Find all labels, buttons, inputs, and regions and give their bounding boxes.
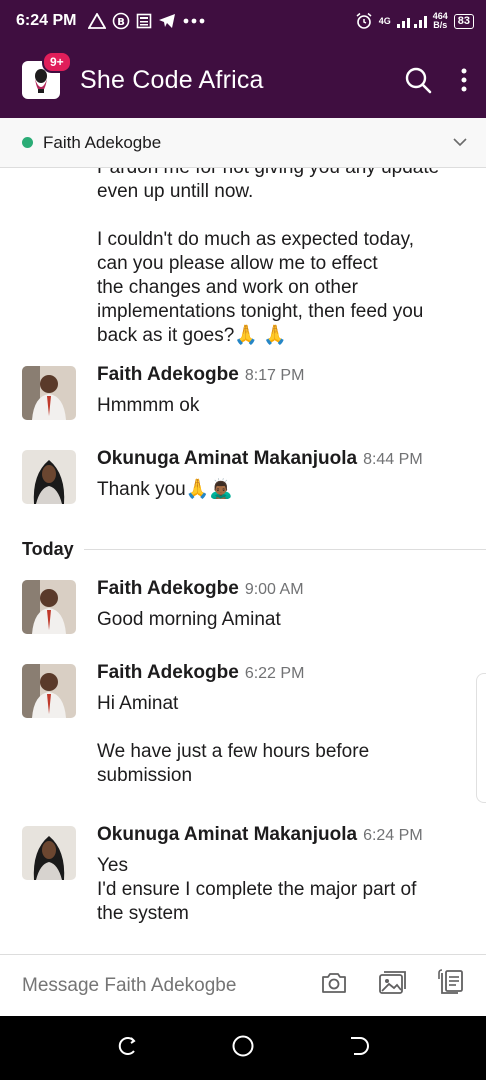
status-notification-icons: B	[88, 12, 206, 30]
avatar[interactable]	[22, 450, 76, 504]
notification-badge: 9+	[42, 51, 72, 73]
status-bar: 6:24 PM B 4G 464 B/s 83	[0, 0, 486, 42]
sender-name[interactable]: Faith Adekogbe	[97, 662, 239, 684]
message-time: 9:00 AM	[244, 581, 304, 598]
avatar[interactable]	[22, 664, 76, 718]
divider-line	[83, 548, 486, 550]
system-navigation-bar	[0, 1016, 486, 1080]
message-time: 6:22 PM	[244, 665, 305, 682]
message-body: Thank you🙏🙇🏾‍♂️	[97, 478, 467, 502]
status-right: 4G 464 B/s 83	[355, 12, 474, 30]
message-text-line: Hmmmm ok	[97, 395, 200, 416]
message-text-line: can you please allow me to effect	[97, 253, 378, 274]
message-continuation: Pardon me for not giving you any update …	[97, 168, 477, 348]
message-text-line: Good morning Aminat	[97, 609, 281, 630]
message-body: Good morning Aminat	[97, 608, 467, 632]
news-icon	[137, 13, 152, 29]
recent-apps-button[interactable]	[116, 1035, 138, 1062]
avatar[interactable]	[22, 826, 76, 880]
message-text-line: the system	[97, 903, 189, 924]
sender-name[interactable]: Okunuga Aminat Makanjuola	[97, 824, 357, 846]
message-time: 6:24 PM	[363, 827, 423, 844]
back-icon	[350, 1036, 369, 1055]
message-body: Yes I'd ensure I complete the major part…	[97, 854, 467, 926]
message-composer	[0, 954, 486, 1016]
triangle-warning-icon	[88, 13, 107, 29]
svg-text:B: B	[118, 17, 126, 28]
file-attach-icon	[438, 969, 463, 994]
home-circle-icon	[232, 1035, 254, 1056]
home-button[interactable]	[231, 1034, 255, 1063]
search-button[interactable]	[404, 66, 432, 94]
message-text-line: Hi Aminat	[97, 693, 179, 714]
more-dots-icon	[184, 18, 205, 24]
message-text-line: submission	[97, 765, 193, 786]
message-text-cut: Pardon me for not giving you any update	[97, 168, 477, 180]
workspace-name[interactable]: She Code Africa	[80, 66, 264, 95]
recents-icon	[119, 1036, 136, 1055]
app-header: 9+ She Code Africa	[0, 42, 486, 118]
chevron-down-icon[interactable]	[452, 134, 468, 152]
message-text-line: I couldn't do much as expected today,	[97, 229, 414, 250]
side-drawer-handle[interactable]	[476, 673, 486, 803]
message-text-line: back as it goes?🙏 🙏	[97, 325, 287, 346]
status-time: 6:24 PM	[16, 12, 77, 29]
workspace-logo[interactable]: 9+	[22, 51, 72, 99]
message-text-line: We have just a few hours before	[97, 741, 370, 762]
day-divider: Today	[0, 534, 486, 564]
message-time: 8:17 PM	[244, 367, 305, 384]
day-divider-label: Today	[22, 538, 74, 559]
overflow-menu-button[interactable]	[460, 68, 468, 92]
conversation-header[interactable]: Faith Adekogbe	[0, 118, 486, 168]
back-button[interactable]	[348, 1035, 370, 1062]
message-text-line: I'd ensure I complete the major part of	[97, 879, 417, 900]
sender-name[interactable]: Faith Adekogbe	[97, 364, 239, 386]
conversation-name: Faith Adekogbe	[43, 132, 162, 152]
message-input[interactable]	[22, 974, 292, 997]
sender-name[interactable]: Okunuga Aminat Makanjuola	[97, 448, 357, 470]
message-body: Hmmmm ok	[97, 394, 467, 418]
message-text-line: even up untill now.	[97, 181, 254, 202]
alarm-icon	[356, 12, 372, 29]
message-text-line: the changes and work on other	[97, 277, 358, 298]
sender-name[interactable]: Faith Adekogbe	[97, 578, 239, 600]
more-vertical-icon	[461, 68, 467, 92]
attachment-button[interactable]	[438, 969, 464, 1002]
battery-indicator: 83	[453, 13, 474, 29]
signal-label: 4G	[378, 16, 391, 26]
message-text-line: Yes	[97, 855, 128, 876]
message-text-line: implementations tonight, then feed you	[97, 301, 424, 322]
b-circle-icon: B	[113, 12, 130, 30]
message-body: Hi Aminat We have just a few hours befor…	[97, 692, 467, 788]
signal-icon	[396, 16, 427, 28]
message-list[interactable]: Pardon me for not giving you any update …	[0, 168, 486, 954]
message-text-line: Thank you🙏🙇🏾‍♂️	[97, 479, 234, 500]
presence-indicator	[22, 137, 33, 148]
camera-icon	[322, 973, 346, 993]
image-gallery-icon	[379, 971, 406, 994]
net-speed: 464 B/s	[432, 11, 448, 30]
avatar[interactable]	[22, 580, 76, 634]
telegram-icon	[159, 14, 176, 28]
message-time: 8:44 PM	[363, 451, 423, 468]
search-icon	[405, 67, 432, 94]
avatar[interactable]	[22, 366, 76, 420]
camera-button[interactable]	[320, 971, 348, 1000]
gallery-button[interactable]	[378, 970, 408, 1001]
